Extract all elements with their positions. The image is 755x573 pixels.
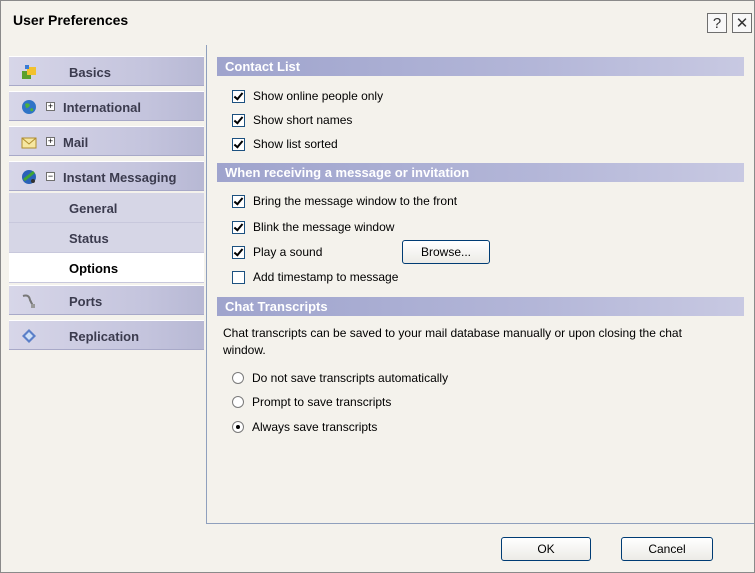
ok-button[interactable]: OK: [501, 537, 591, 561]
sidebar-item-label: Ports: [69, 294, 103, 309]
transcripts-description: Chat transcripts can be saved to your ma…: [223, 326, 682, 357]
radio-button[interactable]: [232, 372, 244, 384]
expand-icon[interactable]: +: [46, 102, 55, 111]
basics-icon: [21, 64, 37, 80]
transcripts-option-none[interactable]: Do not save transcripts automatically: [232, 369, 448, 387]
sidebar-item-international[interactable]: + International: [9, 91, 204, 121]
expand-icon[interactable]: +: [46, 137, 55, 146]
sidebar-item-label: Instant Messaging: [63, 170, 177, 185]
bring-to-front-option[interactable]: Bring the message window to the front: [232, 192, 457, 210]
ports-icon: [21, 293, 37, 309]
add-timestamp-option[interactable]: Add timestamp to message: [232, 268, 398, 286]
sidebar-item-label: Basics: [69, 65, 111, 80]
play-sound-option[interactable]: Play a sound: [232, 243, 322, 261]
replication-icon: [21, 328, 37, 344]
option-label: Show short names: [253, 113, 353, 127]
mail-icon: [21, 134, 37, 150]
browse-button[interactable]: Browse...: [402, 240, 490, 264]
receiving-header: When receiving a message or invitation: [217, 163, 744, 182]
option-label: Show list sorted: [253, 137, 338, 151]
blink-window-checkbox[interactable]: [232, 220, 245, 234]
sidebar-item-instant-messaging[interactable]: − Instant Messaging: [9, 161, 204, 191]
options-panel: Contact List Show online people only Sho…: [206, 45, 754, 524]
play-sound-checkbox[interactable]: [232, 245, 245, 259]
show-list-sorted-checkbox[interactable]: [232, 137, 245, 151]
help-button[interactable]: ?: [707, 13, 727, 33]
help-icon: ?: [712, 14, 722, 32]
radio-button[interactable]: [232, 421, 244, 433]
blink-window-option[interactable]: Blink the message window: [232, 218, 394, 236]
close-button[interactable]: ✕: [732, 13, 752, 33]
sidebar-item-label: International: [63, 100, 142, 115]
show-short-names-checkbox[interactable]: [232, 113, 245, 127]
option-label: Bring the message window to the front: [253, 194, 458, 208]
collapse-icon[interactable]: −: [46, 172, 55, 181]
sidebar-item-label: Status: [69, 231, 109, 246]
show-online-only-option[interactable]: Show online people only: [232, 87, 383, 105]
globe-icon: [21, 99, 37, 115]
cancel-button[interactable]: Cancel: [621, 537, 713, 561]
option-label: Prompt to save transcripts: [252, 395, 392, 409]
preferences-window: User Preferences ? ✕ Basics + Internatio…: [0, 0, 755, 573]
option-label: Do not save transcripts automatically: [252, 371, 449, 385]
add-timestamp-checkbox[interactable]: [232, 270, 245, 284]
sidebar-item-label: Mail: [63, 135, 89, 150]
option-label: Play a sound: [253, 245, 323, 259]
sidebar-item-replication[interactable]: Replication: [9, 320, 204, 350]
option-label: Always save transcripts: [252, 420, 378, 434]
option-label: Blink the message window: [253, 220, 395, 234]
instant-messaging-icon: [21, 169, 37, 185]
transcripts-option-always[interactable]: Always save transcripts: [232, 418, 377, 436]
option-label: Add timestamp to message: [253, 270, 399, 284]
contact-list-header: Contact List: [217, 57, 744, 76]
sidebar: Basics + International + Mail − Instant …: [9, 46, 206, 566]
show-short-names-option[interactable]: Show short names: [232, 111, 352, 129]
sidebar-subitem-general[interactable]: General: [9, 193, 204, 223]
bring-to-front-checkbox[interactable]: [232, 194, 245, 208]
window-title: User Preferences: [13, 12, 129, 28]
close-icon: ✕: [735, 15, 749, 32]
chat-transcripts-header: Chat Transcripts: [217, 297, 744, 316]
transcripts-option-prompt[interactable]: Prompt to save transcripts: [232, 393, 391, 411]
option-label: Show online people only: [253, 89, 384, 103]
sidebar-subitem-status[interactable]: Status: [9, 223, 204, 253]
sidebar-subitem-options[interactable]: Options: [9, 253, 204, 283]
sidebar-item-label: Replication: [69, 329, 140, 344]
show-online-only-checkbox[interactable]: [232, 89, 245, 103]
show-list-sorted-option[interactable]: Show list sorted: [232, 135, 338, 153]
sidebar-item-mail[interactable]: + Mail: [9, 126, 204, 156]
sidebar-item-basics[interactable]: Basics: [9, 56, 204, 86]
sidebar-item-label: Options: [69, 261, 119, 276]
sidebar-item-ports[interactable]: Ports: [9, 285, 204, 315]
sidebar-item-label: General: [69, 201, 118, 216]
radio-button[interactable]: [232, 396, 244, 408]
title-bar: User Preferences ? ✕: [1, 1, 754, 41]
